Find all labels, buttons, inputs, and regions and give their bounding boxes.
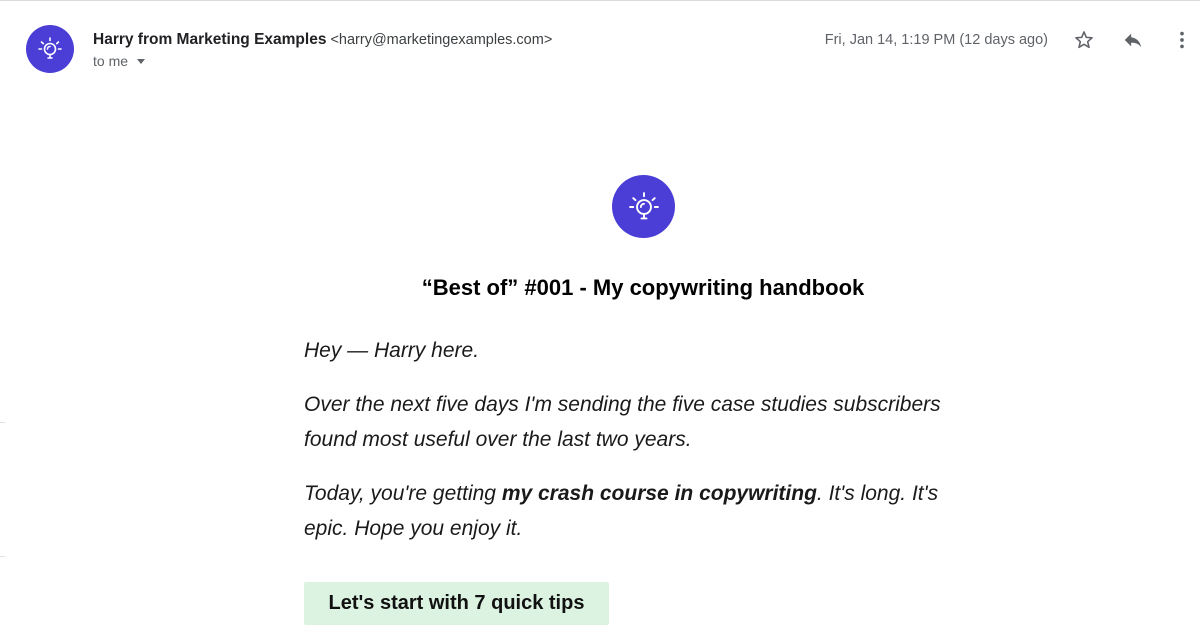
body-paragraph: Over the next five days I'm sending the … bbox=[304, 393, 941, 451]
email-timestamp: Fri, Jan 14, 1:19 PM (12 days ago) bbox=[824, 32, 1048, 48]
lightbulb-icon bbox=[628, 191, 659, 219]
body-paragraph: Today, you're getting my crash course in… bbox=[304, 476, 984, 546]
course-highlight: my crash course in copywriting bbox=[501, 482, 817, 505]
more-options-button[interactable] bbox=[1166, 24, 1198, 56]
reply-icon bbox=[1124, 33, 1142, 48]
greeting: Hey — Harry here. bbox=[304, 339, 480, 362]
lightbulb-icon bbox=[38, 37, 62, 59]
sender-line: Harry from Marketing Examples <harry@mark… bbox=[93, 30, 552, 50]
more-vertical-icon bbox=[1180, 31, 1184, 49]
edge-marker bbox=[0, 422, 5, 423]
star-outline-icon bbox=[1075, 31, 1093, 49]
sender-email: <harry@marketingexamples.com> bbox=[330, 32, 553, 48]
email-body: Hey — Harry here. Over the next five day… bbox=[304, 333, 984, 565]
sender-avatar[interactable] bbox=[26, 25, 74, 73]
quick-tips-button[interactable]: Let's start with 7 quick tips bbox=[304, 582, 609, 625]
edge-marker bbox=[0, 556, 5, 557]
reply-button[interactable] bbox=[1117, 24, 1149, 56]
recipient-details-toggle[interactable]: to me bbox=[93, 53, 146, 69]
paragraph-text: Today, you're getting bbox=[304, 482, 502, 505]
star-button[interactable] bbox=[1068, 24, 1100, 56]
sender-name[interactable]: Harry from Marketing Examples bbox=[93, 31, 326, 48]
recipient-label: to me bbox=[93, 53, 129, 69]
email-header: Harry from Marketing Examples <harry@mark… bbox=[0, 0, 1200, 100]
newsletter-logo bbox=[612, 175, 675, 238]
email-title: “Best of” #001 - My copywriting handbook bbox=[421, 275, 865, 300]
caret-down-icon bbox=[137, 59, 146, 64]
